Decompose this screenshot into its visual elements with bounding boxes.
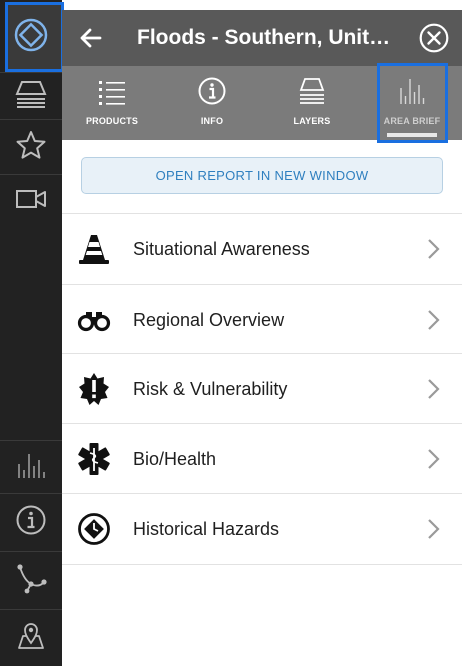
divider <box>62 564 462 565</box>
rail-home-button[interactable] <box>0 5 62 69</box>
rail-divider <box>0 551 62 552</box>
rail-divider <box>0 609 62 610</box>
rail-stats-button[interactable] <box>0 442 62 492</box>
rail-divider <box>0 174 62 175</box>
layers-icon <box>14 79 48 114</box>
tab-label: PRODUCTS <box>85 116 139 126</box>
video-camera-icon <box>15 187 47 216</box>
rail-route-button[interactable] <box>0 553 62 607</box>
route-icon <box>15 562 47 599</box>
list-item-historical-hazards[interactable]: Historical Hazards <box>62 494 462 564</box>
list-item-bio-health[interactable]: Bio/Health <box>62 424 462 494</box>
rail-divider <box>0 493 62 494</box>
rail-divider <box>0 119 62 120</box>
list-icon <box>62 74 162 108</box>
chevron-right-icon <box>426 518 440 540</box>
medical-star-icon <box>76 441 112 477</box>
active-tab-indicator <box>387 133 437 137</box>
tab-label: INFO <box>200 116 224 126</box>
chevron-right-icon <box>426 309 440 331</box>
chevron-right-icon <box>426 448 440 470</box>
tab-info[interactable]: INFO <box>162 66 262 140</box>
diamond-logo-icon <box>13 17 49 58</box>
info-icon <box>15 504 47 541</box>
tab-products[interactable]: PRODUCTS <box>62 66 162 140</box>
list-item-label: Regional Overview <box>133 310 285 330</box>
tab-label: LAYERS <box>293 116 331 126</box>
traffic-cone-icon <box>76 231 112 267</box>
active-tab-highlight <box>377 63 448 143</box>
page-title: Floods - Southern, Unit… <box>137 26 391 49</box>
info-icon <box>162 74 262 108</box>
rail-layers-button[interactable] <box>0 74 62 118</box>
list-item-label: Situational Awareness <box>133 239 310 259</box>
rail-video-button[interactable] <box>0 176 62 226</box>
alert-badge-icon <box>76 371 112 407</box>
star-icon <box>15 129 47 166</box>
list-item-label: Risk & Vulnerability <box>133 379 288 399</box>
open-report-button[interactable]: OPEN REPORT IN NEW WINDOW <box>81 157 443 194</box>
left-rail <box>0 0 64 666</box>
rail-divider <box>0 72 62 73</box>
close-circle-icon[interactable] <box>419 23 449 53</box>
binoculars-icon <box>76 302 112 338</box>
list-item-situational-awareness[interactable]: Situational Awareness <box>62 214 462 284</box>
chevron-right-icon <box>426 238 440 260</box>
hazard-clock-icon <box>76 511 112 547</box>
panel-header: Floods - Southern, Unit… <box>62 10 462 66</box>
chevron-right-icon <box>426 378 440 400</box>
rail-favorites-button[interactable] <box>0 121 62 173</box>
layers-icon <box>262 74 362 108</box>
list-item-label: Historical Hazards <box>133 519 280 539</box>
list-item-label: Bio/Health <box>133 449 217 469</box>
tab-layers[interactable]: LAYERS <box>262 66 362 140</box>
rail-info-button[interactable] <box>0 495 62 549</box>
list-item-risk-vulnerability[interactable]: Risk & Vulnerability <box>62 354 462 424</box>
rail-map-button[interactable] <box>0 611 62 661</box>
arrow-left-icon[interactable] <box>76 23 106 53</box>
map-pin-icon <box>15 618 47 655</box>
list-item-regional-overview[interactable]: Regional Overview <box>62 285 462 355</box>
bar-chart-icon <box>16 450 46 485</box>
rail-divider <box>0 440 62 441</box>
